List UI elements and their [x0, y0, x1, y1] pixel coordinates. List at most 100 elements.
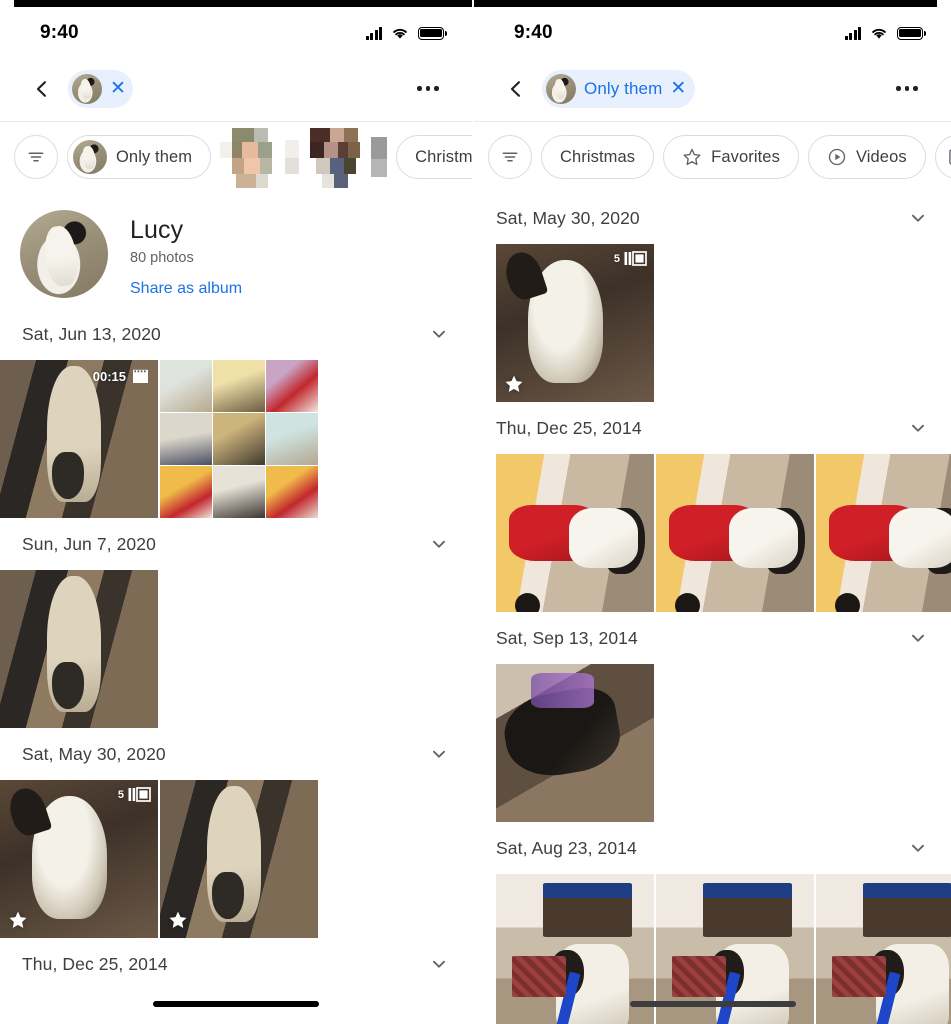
- photo-tile[interactable]: [0, 570, 158, 728]
- redacted-face-thumbnail[interactable]: [220, 126, 276, 188]
- redacted-face-thumbnail[interactable]: [308, 126, 362, 188]
- photo-tile-mosaic[interactable]: [160, 360, 318, 518]
- more-options-button[interactable]: [408, 69, 448, 109]
- chevron-down-icon[interactable]: [428, 743, 450, 765]
- favorite-star-icon: [504, 374, 524, 394]
- photo-tile-video[interactable]: 00:15: [0, 360, 158, 518]
- date-label: Sat, May 30, 2020: [22, 743, 166, 764]
- stack-count-badge: 5: [118, 787, 151, 802]
- date-section-header[interactable]: Sat, Sep 13, 2014: [474, 612, 951, 664]
- stack-count-badge: 5: [614, 251, 647, 266]
- wifi-icon: [393, 28, 407, 39]
- person-avatar[interactable]: [20, 210, 108, 298]
- date-label: Thu, Dec 25, 2014: [22, 953, 168, 974]
- video-camera-icon: [133, 369, 148, 383]
- filter-tune-button[interactable]: [14, 135, 58, 179]
- photo-tile[interactable]: [496, 454, 654, 612]
- person-filter-chip[interactable]: Only them ✕: [542, 69, 696, 108]
- close-x-icon[interactable]: ✕: [670, 79, 686, 98]
- photo-tile[interactable]: [496, 664, 654, 822]
- filter-chip-row[interactable]: Christmas Favorites Videos: [474, 122, 951, 192]
- date-label: Sat, May 30, 2020: [496, 207, 640, 228]
- chip-label: Videos: [855, 147, 907, 166]
- close-x-icon[interactable]: ✕: [110, 79, 126, 98]
- person-avatar: [73, 140, 107, 174]
- person-avatar: [546, 73, 576, 104]
- redacted-face-thumbnail[interactable]: [371, 137, 388, 177]
- video-duration-label: 00:15: [92, 369, 126, 384]
- person-avatar: [72, 73, 102, 104]
- app-bar: ✕: [0, 56, 472, 122]
- chip-christmas[interactable]: Christmas: [541, 135, 655, 179]
- battery-icon: [418, 26, 448, 40]
- chip-people[interactable]: [934, 135, 951, 179]
- back-chevron-icon: [36, 80, 46, 97]
- chip-label: Christmas: [415, 147, 472, 166]
- date-label: Thu, Dec 25, 2014: [496, 417, 642, 438]
- wifi-icon: [872, 28, 886, 39]
- redacted-face-thumbnail[interactable]: [285, 140, 300, 174]
- chevron-down-icon[interactable]: [428, 953, 450, 975]
- status-time: 9:40: [514, 22, 553, 43]
- home-indicator: [153, 1001, 319, 1007]
- stack-count-label: 5: [613, 252, 620, 265]
- date-section-header[interactable]: Sat, Jun 13, 2020: [0, 308, 472, 360]
- chevron-down-icon[interactable]: [907, 207, 929, 229]
- left-phone-screen: 9:40 ✕ Only them Christm Lucy 80 photos …: [0, 0, 474, 1024]
- chevron-down-icon[interactable]: [907, 837, 929, 859]
- back-button[interactable]: [496, 69, 536, 109]
- chip-videos[interactable]: Videos: [807, 135, 926, 179]
- photo-tile-stack[interactable]: 5: [496, 244, 654, 402]
- chip-label: Only them: [116, 147, 193, 166]
- photo-tile[interactable]: [816, 874, 951, 1024]
- date-section-header[interactable]: Thu, Dec 25, 2014: [0, 938, 472, 990]
- more-options-icon: [417, 86, 422, 91]
- photo-row: [0, 570, 472, 728]
- filter-tune-button[interactable]: [488, 135, 532, 179]
- photo-tile[interactable]: [656, 454, 814, 612]
- chip-favorites[interactable]: Favorites: [663, 135, 799, 179]
- chip-christmas[interactable]: Christmas: [396, 135, 472, 179]
- chevron-down-icon[interactable]: [428, 323, 450, 345]
- share-as-album-link[interactable]: Share as album: [130, 280, 242, 298]
- stack-photos-icon: [128, 787, 151, 802]
- chevron-down-icon[interactable]: [907, 627, 929, 649]
- photo-row: 5: [474, 244, 951, 402]
- date-section-header[interactable]: Sun, Jun 7, 2020: [0, 518, 472, 570]
- stack-count-label: 5: [117, 788, 124, 801]
- chip-only-them[interactable]: Only them: [67, 135, 212, 179]
- person-profile-header: Lucy 80 photos Share as album: [0, 192, 472, 308]
- photo-tile-stack[interactable]: 5: [0, 780, 158, 938]
- photo-tile-favorite[interactable]: [160, 780, 318, 938]
- star-outline-icon: [683, 148, 701, 166]
- home-indicator: [629, 1001, 796, 1007]
- cell-signal-icon: [844, 26, 861, 40]
- photo-row: [474, 664, 951, 822]
- photo-tile[interactable]: [816, 454, 951, 612]
- date-section-header[interactable]: Thu, Dec 25, 2014: [474, 402, 951, 454]
- back-button[interactable]: [22, 69, 62, 109]
- date-label: Sat, Jun 13, 2020: [22, 323, 161, 344]
- device-bezel: [474, 0, 937, 7]
- date-section-header[interactable]: Sat, May 30, 2020: [474, 192, 951, 244]
- favorite-star-icon: [8, 910, 28, 930]
- right-phone-screen: 9:40 Only them ✕ Christmas Favorites Vid…: [474, 0, 951, 1024]
- photo-row: 5: [0, 780, 472, 938]
- date-label: Sat, Sep 13, 2014: [496, 627, 638, 648]
- chevron-down-icon[interactable]: [907, 417, 929, 439]
- page-title: Lucy: [130, 216, 184, 244]
- more-options-button[interactable]: [887, 69, 927, 109]
- date-label: Sun, Jun 7, 2020: [22, 533, 156, 554]
- chevron-down-icon[interactable]: [428, 533, 450, 555]
- filter-chip-row[interactable]: Only them Christm: [0, 122, 472, 192]
- portrait-person-icon: [948, 149, 951, 165]
- filter-tune-icon: [28, 152, 44, 162]
- date-section-header[interactable]: Sat, May 30, 2020: [0, 728, 472, 780]
- date-section-header[interactable]: Sat, Aug 23, 2014: [474, 822, 951, 874]
- chip-label: Only them: [584, 78, 663, 98]
- status-icons: [844, 26, 927, 40]
- status-icons: [365, 26, 448, 40]
- status-bar: 9:40: [474, 0, 951, 56]
- stack-photos-icon: [624, 251, 647, 266]
- person-filter-chip[interactable]: ✕: [68, 69, 133, 108]
